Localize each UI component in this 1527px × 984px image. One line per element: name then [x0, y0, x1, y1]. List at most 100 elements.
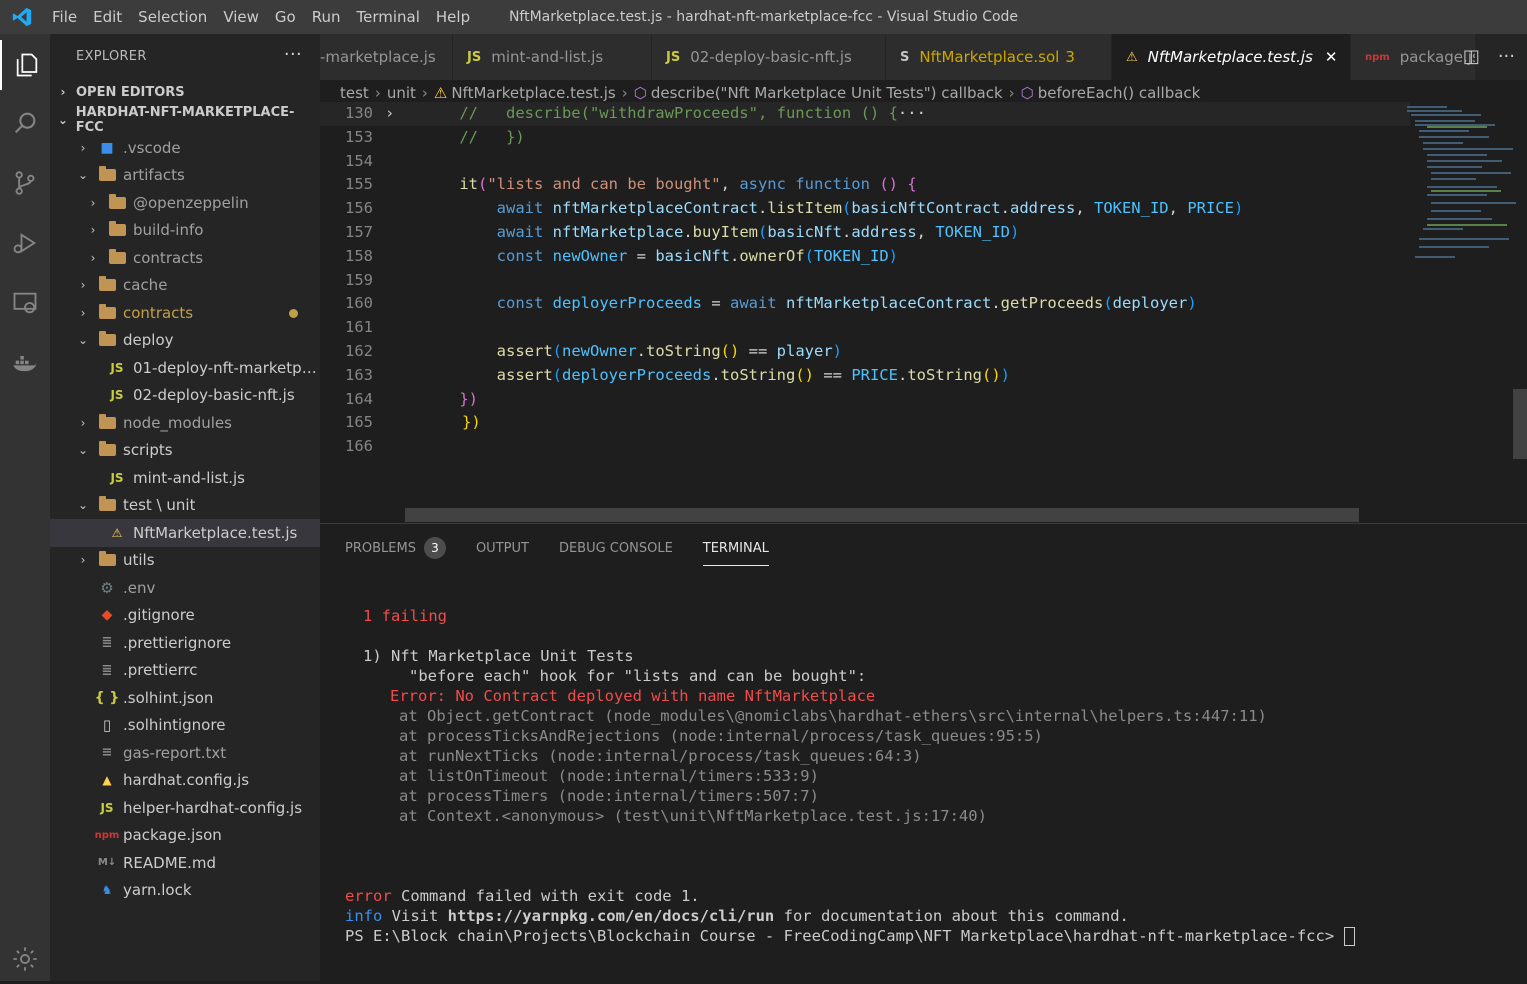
- project-section[interactable]: ⌄ HARDHAT-NFT-MARKETPLACE-FCC: [50, 105, 320, 135]
- line-number: 154: [345, 151, 373, 170]
- test-suite-name: 1) Nft Marketplace Unit Tests: [363, 647, 634, 665]
- tree-item[interactable]: npm package.json: [50, 822, 320, 850]
- tree-item-label: scripts: [123, 441, 173, 460]
- tree-item-label: 01-deploy-nft-marketpl...: [132, 358, 320, 377]
- tree-item[interactable]: ≣ .prettierignore: [50, 629, 320, 657]
- tree-item[interactable]: › cache: [50, 272, 320, 300]
- tree-item[interactable]: JS 01-deploy-nft-marketpl...: [50, 354, 320, 382]
- code-line: 160 const deployerProceeds = await nftMa…: [320, 292, 1410, 316]
- js-file-icon: JS: [110, 388, 124, 403]
- tree-item-label: mint-and-list.js: [133, 468, 245, 487]
- chevron-down-icon: ⌄: [77, 443, 89, 458]
- breadcrumb-item[interactable]: test: [340, 84, 369, 102]
- explorer-icon[interactable]: [0, 40, 52, 90]
- menu-terminal[interactable]: Terminal: [349, 0, 428, 34]
- chevron-right-icon: ›: [80, 278, 86, 293]
- tree-item[interactable]: JS 02-deploy-basic-nft.js: [50, 382, 320, 410]
- menu-go[interactable]: Go: [267, 0, 304, 34]
- menu-view[interactable]: View: [215, 0, 267, 34]
- tree-item[interactable]: { } .solhint.json: [50, 684, 320, 712]
- tree-item[interactable]: › contracts: [50, 299, 320, 327]
- test-file-icon: ⚠: [111, 525, 123, 540]
- tree-item[interactable]: ▲ hardhat.config.js: [50, 767, 320, 795]
- menu-run[interactable]: Run: [304, 0, 349, 34]
- tab-label: 02-deploy-basic-nft.js: [690, 48, 852, 66]
- tree-item[interactable]: › node_modules: [50, 409, 320, 437]
- more-actions-icon[interactable]: ···: [1498, 46, 1515, 67]
- tree-item[interactable]: ⌄ deploy: [50, 327, 320, 355]
- tree-item[interactable]: › ■ .vscode: [50, 134, 320, 162]
- problem-count: 3: [1065, 48, 1075, 66]
- minimap[interactable]: [1407, 106, 1517, 266]
- horizontal-scrollbar[interactable]: [405, 508, 1359, 522]
- tab-mint-and-list[interactable]: JS mint-and-list.js: [453, 34, 652, 80]
- tree-item[interactable]: ≣ .prettierrc: [50, 657, 320, 685]
- breadcrumb-item[interactable]: NftMarketplace.test.js: [451, 84, 615, 102]
- tree-item[interactable]: ⌄ scripts: [50, 437, 320, 465]
- menu-edit[interactable]: Edit: [85, 0, 130, 34]
- menu-file[interactable]: File: [44, 0, 85, 34]
- folder-icon: [96, 276, 118, 294]
- git-file-icon: ◆: [101, 607, 113, 624]
- breadcrumb-item[interactable]: unit: [387, 84, 416, 102]
- tree-item[interactable]: › utils: [50, 547, 320, 575]
- code-editor[interactable]: 130 › // describe("withdrawProceeds", fun…: [320, 102, 1410, 512]
- tab-deploy-basic-nft[interactable]: JS 02-deploy-basic-nft.js: [652, 34, 886, 80]
- breadcrumb-item[interactable]: beforeEach() callback: [1038, 84, 1201, 102]
- tree-item[interactable]: ≡ gas-report.txt: [50, 739, 320, 767]
- tab-deploy-marketplace[interactable]: -marketplace.js: [320, 34, 453, 80]
- tab-debug-console[interactable]: DEBUG CONSOLE: [559, 524, 673, 572]
- symbol-method-icon: ⬡: [633, 84, 647, 102]
- tree-item-label: NftMarketplace.test.js: [133, 523, 298, 542]
- menu-selection[interactable]: Selection: [130, 0, 215, 34]
- tree-item[interactable]: JS mint-and-list.js: [50, 464, 320, 492]
- more-actions-icon[interactable]: ···: [284, 44, 302, 65]
- open-editors-section[interactable]: › OPEN EDITORS: [50, 78, 320, 106]
- tree-item-label: deploy: [123, 331, 174, 350]
- info-url[interactable]: https://yarnpkg.com/en/docs/cli/run: [448, 907, 775, 925]
- tab-output[interactable]: OUTPUT: [476, 524, 529, 572]
- editor-tabs: -marketplace.js JS mint-and-list.js JS 0…: [320, 34, 1527, 80]
- tab-problems[interactable]: PROBLEMS 3: [345, 524, 446, 572]
- tree-item[interactable]: ⌄ test \ unit: [50, 492, 320, 520]
- tree-item[interactable]: ♞ yarn.lock: [50, 877, 320, 905]
- run-debug-icon[interactable]: [0, 218, 50, 268]
- tab-package-json[interactable]: npm package.js: [1351, 34, 1475, 80]
- breadcrumb-item[interactable]: describe("Nft Marketplace Unit Tests") c…: [651, 84, 1003, 102]
- tree-item[interactable]: JS helper-hardhat-config.js: [50, 794, 320, 822]
- tree-item[interactable]: › build-info: [50, 217, 320, 245]
- source-control-icon[interactable]: [0, 158, 50, 208]
- chevron-down-icon: ⌄: [77, 498, 89, 513]
- close-tab-icon[interactable]: ✕: [1325, 48, 1338, 66]
- tab-nftmarketplace-test[interactable]: ⚠ NftMarketplace.test.js ✕: [1112, 34, 1351, 80]
- remote-explorer-icon[interactable]: [0, 278, 50, 328]
- tree-item[interactable]: ◆ .gitignore: [50, 602, 320, 630]
- tree-item[interactable]: M↓ README.md: [50, 849, 320, 877]
- tree-item[interactable]: ⌄ artifacts: [50, 162, 320, 190]
- tab-nftmarketplace-sol[interactable]: S NftMarketplace.sol 3: [886, 34, 1112, 80]
- vertical-scrollbar[interactable]: [1513, 389, 1527, 459]
- chevron-down-icon: ⌄: [77, 168, 89, 183]
- tab-label: mint-and-list.js: [491, 48, 604, 66]
- fold-chevron-icon[interactable]: ›: [385, 102, 394, 126]
- settings-gear-icon[interactable]: [0, 934, 50, 984]
- tree-item[interactable]: ⚙ .env: [50, 574, 320, 602]
- stack-line: at processTicksAndRejections (node:inter…: [399, 727, 1043, 745]
- chevron-right-icon: ›: [80, 553, 86, 568]
- tree-item[interactable]: › contracts: [50, 244, 320, 272]
- info-line: info Visit https://yarnpkg.com/en/docs/c…: [345, 906, 1355, 926]
- tree-item[interactable]: ⚠ NftMarketplace.test.js: [50, 519, 320, 547]
- tab-terminal[interactable]: TERMINAL: [702, 524, 770, 572]
- split-editor-icon[interactable]: ◫: [1463, 46, 1480, 67]
- chevron-right-icon: ›: [90, 250, 96, 265]
- menu-help[interactable]: Help: [428, 0, 478, 34]
- tree-item[interactable]: › @openzeppelin: [50, 189, 320, 217]
- docker-icon[interactable]: [0, 338, 50, 388]
- tree-item[interactable]: ▯ .solhintignore: [50, 712, 320, 740]
- open-editors-label: OPEN EDITORS: [76, 84, 185, 100]
- terminal-output[interactable]: 1 failing 1) Nft Marketplace Unit Tests "b…: [345, 606, 1355, 946]
- line-number: 156: [345, 199, 373, 218]
- prompt-text: PS E:\Block chain\Projects\Blockchain Co…: [345, 927, 1344, 945]
- search-icon[interactable]: [0, 98, 50, 148]
- tab-label: NftMarketplace.test.js: [1147, 48, 1313, 66]
